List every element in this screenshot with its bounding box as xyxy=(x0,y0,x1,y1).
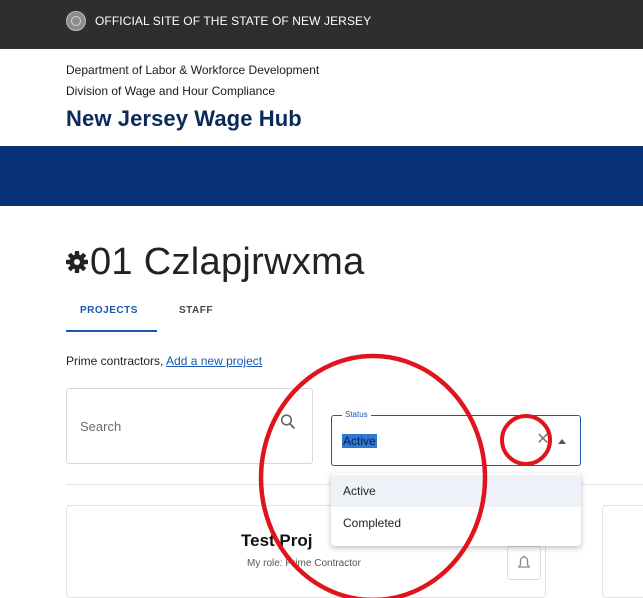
add-project-link[interactable]: Add a new project xyxy=(166,354,262,368)
official-banner-text: OFFICIAL SITE OF THE STATE OF NEW JERSEY xyxy=(95,14,372,28)
project-role: My role: Prime Contractor xyxy=(247,558,361,569)
notification-button[interactable] xyxy=(507,546,541,580)
status-option-completed[interactable]: Completed xyxy=(331,507,581,539)
page-title: 01 Czlapjrwxma xyxy=(90,241,365,283)
clear-icon[interactable]: ✕ xyxy=(535,431,551,449)
navigation-band xyxy=(0,146,643,206)
status-dropdown-menu: Active Completed xyxy=(331,473,581,546)
gear-icon xyxy=(66,251,88,273)
bell-icon xyxy=(517,555,531,568)
caret-up-icon[interactable] xyxy=(558,439,566,444)
department-name: Department of Labor & Workforce Developm… xyxy=(66,63,320,77)
state-seal-icon xyxy=(66,11,86,31)
status-option-active[interactable]: Active xyxy=(331,475,581,507)
search-placeholder: Search xyxy=(80,419,122,434)
tab-projects[interactable]: PROJECTS xyxy=(80,305,138,316)
project-title: Test Proj xyxy=(241,531,313,550)
tab-selected-indicator xyxy=(66,330,157,332)
status-value-text: Active xyxy=(343,434,376,448)
search-icon[interactable] xyxy=(280,413,296,431)
app-title[interactable]: New Jersey Wage Hub xyxy=(66,106,302,132)
division-name: Division of Wage and Hour Compliance xyxy=(66,84,275,98)
project-card-next[interactable] xyxy=(602,505,643,598)
search-input[interactable]: Search xyxy=(66,388,313,464)
status-value[interactable]: Active xyxy=(342,434,377,448)
status-select[interactable]: Status Active ✕ xyxy=(331,410,581,466)
status-label: Status xyxy=(342,410,371,419)
prime-contractors-line: Prime contractors, Add a new project xyxy=(66,354,262,368)
tab-staff[interactable]: STAFF xyxy=(179,305,213,316)
official-banner: OFFICIAL SITE OF THE STATE OF NEW JERSEY xyxy=(0,0,643,49)
prime-contractors-text: Prime contractors, xyxy=(66,354,167,368)
